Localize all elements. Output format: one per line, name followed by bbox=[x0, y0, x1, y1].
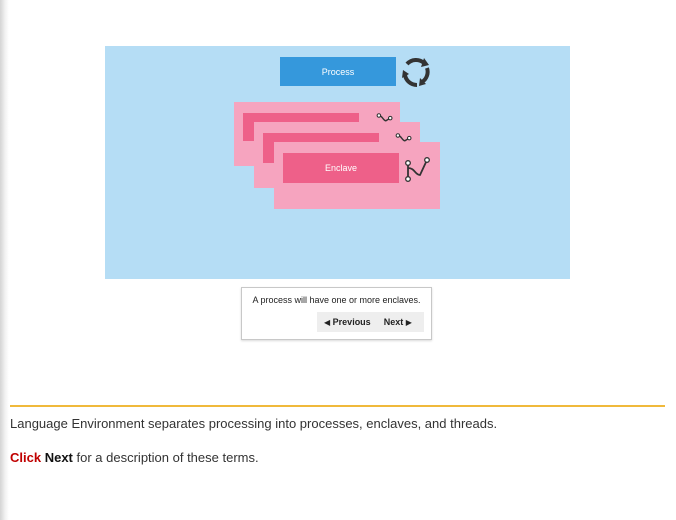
page: Process Enclave A process will have one … bbox=[0, 0, 676, 520]
divider-rule bbox=[10, 405, 665, 407]
process-label: Process bbox=[321, 66, 355, 77]
navigation-panel: A process will have one or more enclaves… bbox=[241, 287, 432, 340]
enclave-box: Enclave bbox=[283, 153, 399, 183]
refresh-cycle-icon bbox=[402, 57, 430, 88]
enclave-label: Enclave bbox=[324, 163, 358, 173]
triangle-left-icon: ◀ bbox=[324, 317, 331, 327]
next-label: Next bbox=[383, 317, 404, 327]
thread-branch-icon bbox=[405, 157, 430, 182]
left-edge-shadow bbox=[0, 0, 9, 520]
process-diagram: Process Enclave bbox=[105, 46, 570, 279]
intro-text: Language Environment separates processin… bbox=[10, 416, 498, 431]
previous-label: Previous bbox=[332, 317, 371, 327]
previous-button[interactable]: ◀ Previous bbox=[324, 317, 371, 327]
instruction-rest: for a description of these terms. bbox=[76, 450, 259, 465]
instruction-next: Next bbox=[44, 450, 73, 465]
step-caption: A process will have one or more enclaves… bbox=[252, 295, 421, 305]
triangle-right-icon: ▶ bbox=[405, 317, 412, 327]
nav-button-group: ◀ Previous Next ▶ bbox=[317, 312, 424, 332]
process-box: Process bbox=[280, 57, 396, 86]
instruction-text: Click Next for a description of these te… bbox=[10, 450, 259, 465]
next-button[interactable]: Next ▶ bbox=[384, 317, 412, 327]
instruction-click: Click bbox=[10, 450, 42, 465]
